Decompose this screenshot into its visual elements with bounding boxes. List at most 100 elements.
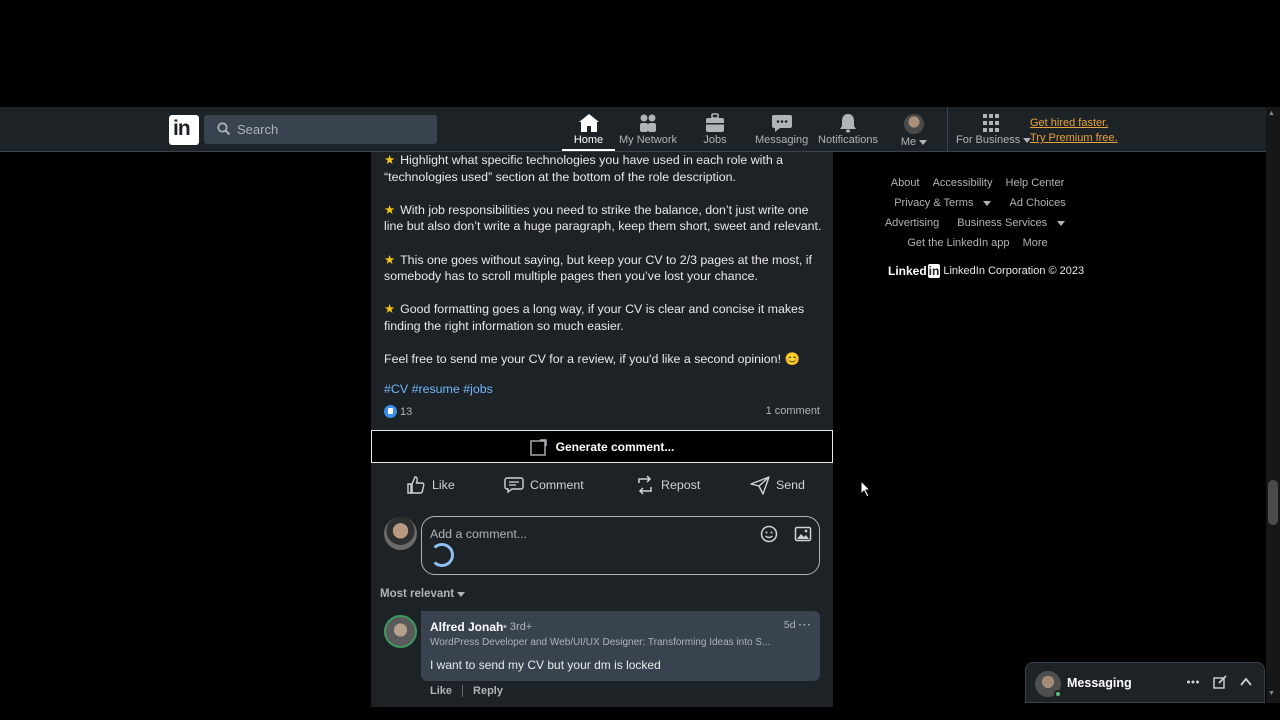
premium-link-get-hired[interactable]: Get hired faster. — [1030, 116, 1118, 131]
comment-icon — [504, 477, 524, 494]
scroll-up-arrow-icon[interactable]: ▲ — [1268, 110, 1275, 117]
reaction-summary[interactable]: 13 — [384, 405, 412, 418]
comment-text: I want to send my CV but your dm is lock… — [430, 658, 661, 672]
people-icon — [640, 114, 656, 132]
chat-bubble-icon — [771, 115, 792, 132]
generate-comment-label: Generate comment... — [555, 439, 675, 454]
mouse-cursor-icon — [860, 480, 872, 498]
post-tip: ★ Good formatting goes a long way, if you… — [384, 302, 805, 333]
nav-divider — [947, 107, 948, 151]
reaction-count: 13 — [400, 405, 413, 418]
star-icon: ★ — [384, 153, 396, 167]
messaging-overlay[interactable]: Messaging — [1025, 662, 1265, 703]
comment-button[interactable]: Comment — [504, 475, 584, 495]
search-input[interactable] — [237, 119, 427, 140]
image-icon[interactable] — [794, 525, 812, 543]
online-status-icon — [1054, 690, 1062, 698]
nav-messaging[interactable]: Messaging — [755, 107, 808, 151]
profile-avatar — [904, 114, 924, 134]
more-options-icon[interactable]: ··· — [799, 619, 813, 631]
footer-ad-choices[interactable]: Ad Choices — [1010, 197, 1066, 209]
nav-for-business-label: For Business — [956, 134, 1021, 146]
linkedin-logo-icon[interactable]: in — [169, 115, 199, 145]
generate-comment-button[interactable]: Generate comment... — [371, 430, 833, 463]
compose-message-icon[interactable] — [1213, 675, 1227, 689]
like-button[interactable]: Like — [406, 475, 455, 495]
comment-input[interactable] — [430, 525, 730, 543]
nav-home[interactable]: Home — [562, 107, 615, 151]
linkedin-wordmark-logo: Linked in — [888, 264, 941, 278]
send-button[interactable]: Send — [750, 475, 805, 495]
post-tip: ★ This one goes without saying, but keep … — [384, 252, 812, 284]
footer-advertising[interactable]: Advertising — [885, 217, 939, 229]
footer-accessibility[interactable]: Accessibility — [933, 177, 993, 189]
messaging-title[interactable]: Messaging — [1067, 676, 1132, 690]
chevron-up-icon[interactable] — [1239, 675, 1253, 689]
comment-composer[interactable] — [421, 516, 820, 575]
footer-business-services[interactable]: Business Services — [952, 217, 1070, 229]
star-icon: ★ — [384, 302, 396, 317]
bell-icon — [840, 114, 856, 133]
footer-more[interactable]: More — [1023, 237, 1048, 249]
nav-jobs-label: Jobs — [703, 134, 727, 146]
caret-down-icon — [457, 591, 466, 597]
connection-degree: • 3rd+ — [503, 621, 533, 633]
comment-reply-button[interactable]: Reply — [473, 685, 503, 697]
emoji-icon[interactable] — [760, 525, 778, 543]
copyright-text: LinkedIn Corporation © 2023 — [943, 265, 1085, 277]
nav-my-network-label: My Network — [618, 134, 678, 146]
comment-meta: 5d ··· — [784, 619, 812, 631]
footer-privacy-terms[interactable]: Privacy & Terms — [889, 197, 996, 209]
nav-me-label: Me — [900, 136, 917, 148]
page-scrollbar[interactable] — [1266, 107, 1280, 703]
nav-notifications[interactable]: Notifications — [818, 107, 878, 151]
footer-help-center[interactable]: Help Center — [1006, 177, 1065, 189]
post-hashtags: #CV #resume #jobs — [384, 382, 493, 396]
hashtag-link[interactable]: #jobs — [463, 382, 493, 396]
commenter-avatar[interactable] — [384, 615, 417, 648]
footer-about[interactable]: About — [891, 177, 920, 189]
comment-like-button[interactable]: Like — [430, 685, 452, 697]
sort-label: Most relevant — [380, 588, 455, 600]
footer-links: About Accessibility Help Center Privacy … — [870, 173, 1085, 253]
divider — [462, 685, 464, 697]
star-icon: ★ — [384, 202, 396, 217]
global-nav: in Home My Network Jobs Messaging Notifi… — [0, 107, 1266, 152]
send-label: Send — [776, 478, 805, 492]
commenter-name[interactable]: Alfred Jonah — [430, 620, 503, 634]
premium-upsell: Get hired faster. Try Premium free. — [1030, 116, 1118, 146]
more-options-icon[interactable] — [1186, 675, 1200, 689]
nav-notifications-label: Notifications — [818, 134, 878, 146]
nav-me[interactable]: Me — [897, 107, 931, 151]
scroll-down-arrow-icon[interactable]: ▼ — [1268, 690, 1275, 697]
repost-button[interactable]: Repost — [635, 475, 700, 495]
nav-home-label: Home — [573, 134, 604, 146]
nav-for-business[interactable]: For Business — [956, 107, 1032, 151]
search-icon — [217, 122, 231, 136]
comment-item: Alfred Jonah • 3rd+ WordPress Developer … — [421, 611, 820, 681]
repost-icon — [638, 475, 652, 495]
post-tip: ★ Highlight what specific technologies yo… — [384, 153, 784, 184]
post-closing: Feel free to send me your CV for a revie… — [384, 352, 800, 367]
footer-brand: Linked in LinkedIn Corporation © 2023 — [888, 264, 1084, 278]
premium-link-try-free[interactable]: Try Premium free. — [1030, 131, 1118, 146]
repost-label: Repost — [661, 478, 701, 492]
nav-my-network[interactable]: My Network — [618, 107, 678, 151]
like-label: Like — [432, 478, 455, 492]
comment-sort-dropdown[interactable]: Most relevant — [380, 588, 466, 600]
comment-label: Comment — [530, 478, 584, 492]
search-bar[interactable] — [204, 115, 437, 144]
compose-icon — [529, 438, 547, 456]
comment-count-link[interactable]: 1 comment — [766, 405, 820, 417]
post-action-bar: Like Comment Repost Send — [371, 470, 833, 504]
loading-spinner-icon — [430, 543, 454, 567]
comment-actions: Like Reply — [430, 685, 503, 697]
current-user-avatar — [384, 517, 417, 550]
post-tip: ★ With job responsibilities you need to s… — [384, 202, 822, 234]
hashtag-link[interactable]: #resume — [412, 382, 460, 396]
nav-jobs[interactable]: Jobs — [695, 107, 735, 151]
hashtag-link[interactable]: #CV — [384, 382, 408, 396]
footer-get-app[interactable]: Get the LinkedIn app — [907, 237, 1009, 249]
scrollbar-thumb[interactable] — [1268, 480, 1278, 525]
grid-apps-icon — [983, 114, 999, 132]
